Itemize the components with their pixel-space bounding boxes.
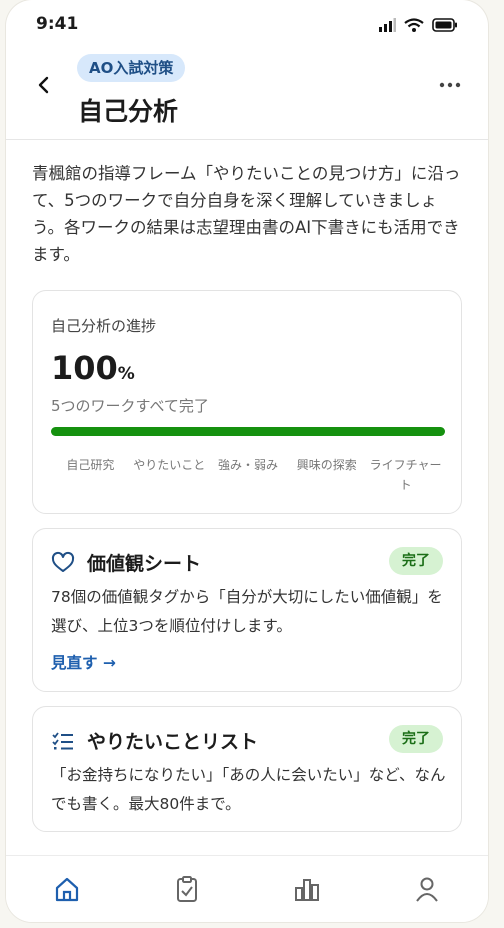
- work-description: 「お金持ちになりたい」「あの人に会いたい」など、なんでも書く。最大80件まで。: [51, 766, 446, 813]
- signal-icon: [378, 17, 396, 36]
- home-icon: [55, 877, 79, 902]
- status-badge: 完了: [389, 547, 443, 575]
- heart-icon: [51, 551, 75, 575]
- work-description: 78個の価値観タグから「自分が大切にしたい価値観」を選び、上位3つを順位付けしま…: [51, 588, 443, 635]
- category-badge: AO入試対策: [77, 54, 186, 82]
- intro-text: 青楓館の指導フレーム「やりたいことの見つけ方」に沿って、5つのワークで自分自身を…: [32, 164, 461, 264]
- step-label: ライフチャート: [369, 458, 442, 492]
- status-time: 9:41: [36, 14, 79, 34]
- main-content[interactable]: 青楓館の指導フレーム「やりたいことの見つけ方」に沿って、5つのワークで自分自身を…: [6, 140, 488, 855]
- step-label: 強み・弱み: [217, 458, 278, 472]
- review-link[interactable]: 見直す →: [51, 651, 116, 673]
- user-icon: [416, 877, 438, 902]
- step-label: 興味の探索: [296, 458, 357, 472]
- progress-number: 100: [51, 349, 118, 387]
- bottom-nav: [6, 855, 488, 922]
- work-card-wishlist[interactable]: やりたいことリスト 完了 「お金持ちになりたい」「あの人に会いたい」など、なんで…: [32, 706, 462, 832]
- progress-subtitle: 5つのワークすべて完了: [51, 397, 209, 415]
- progress-unit: %: [117, 364, 135, 384]
- chevron-left-icon: [38, 76, 49, 94]
- clipboard-check-icon: [177, 876, 197, 902]
- progress-card: 自己分析の進捗 100% 5つのワークすべて完了 自己研究 やりたいこと 強み・…: [32, 290, 462, 514]
- progress-label: 自己分析の進捗: [51, 317, 157, 335]
- step-label: 自己研究: [66, 458, 115, 472]
- progress-value: 100%: [51, 349, 135, 387]
- more-button[interactable]: [438, 70, 462, 95]
- progress-fill: [51, 427, 445, 436]
- progress-steps: 自己研究 やりたいこと 強み・弱み 興味の探索 ライフチャート: [51, 455, 445, 495]
- work-title: やりたいことリスト: [87, 731, 259, 753]
- status-icons: [378, 17, 458, 36]
- bar-chart-icon: [295, 879, 319, 901]
- wifi-icon: [404, 17, 424, 36]
- phone-frame: 9:41 AO入試対策 自己分析 青楓館の指導フレーム「やりたいことの見つけ方」…: [6, 0, 488, 922]
- back-button[interactable]: [34, 70, 58, 100]
- checklist-icon: [51, 729, 75, 753]
- status-badge: 完了: [389, 725, 443, 753]
- work-card-values[interactable]: 価値観シート 完了 78個の価値観タグから「自分が大切にしたい価値観」を選び、上…: [32, 528, 462, 692]
- page-title: 自己分析: [78, 97, 179, 126]
- step-label: やりたいこと: [133, 458, 206, 472]
- nav-tasks[interactable]: [172, 874, 202, 904]
- nav-home[interactable]: [52, 874, 82, 904]
- nav-profile[interactable]: [412, 874, 442, 904]
- nav-stats[interactable]: [292, 874, 322, 904]
- work-title: 価値観シート: [87, 553, 202, 575]
- progress-bar: [51, 427, 445, 436]
- status-bar: 9:41: [6, 0, 488, 48]
- battery-icon: [432, 17, 458, 36]
- page-header: AO入試対策 自己分析: [6, 48, 488, 140]
- more-horizontal-icon: [439, 82, 461, 88]
